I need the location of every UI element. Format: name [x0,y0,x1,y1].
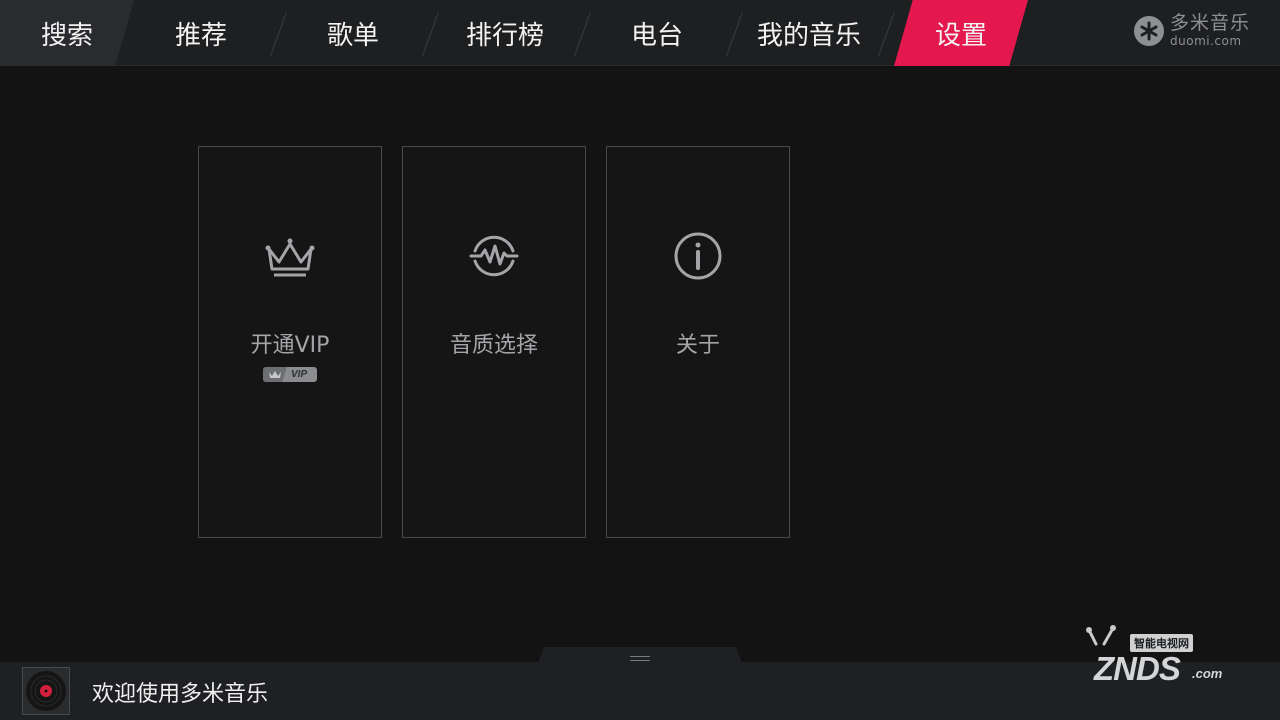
tab-search[interactable]: 搜索 [0,0,134,66]
tab-my-music[interactable]: 我的音乐 [742,0,876,66]
znds-watermark: 智能电视网 ZNDS .com [1068,620,1238,690]
tab-charts[interactable]: 排行榜 [438,0,572,66]
drag-handle-icon [630,656,650,661]
vip-card-label: 开通VIP [250,333,330,358]
tab-divider [573,12,592,56]
tab-divider [269,12,288,56]
tab-playlists[interactable]: 歌单 [286,0,420,66]
album-art[interactable] [22,667,70,715]
about-card[interactable]: 关于 [606,146,790,538]
asterisk-logo-icon [1134,15,1164,46]
brand-name: 多米音乐 [1170,12,1251,34]
tab-recommend[interactable]: 推荐 [134,0,268,66]
audio-quality-card[interactable]: 音质选择 [402,146,586,538]
brand-logo: 多米音乐 duomi.com [1134,14,1250,47]
vip-card[interactable]: 开通VIP VIP [198,146,382,538]
watermark-domain: .com [1192,666,1223,681]
vip-badge: VIP [263,367,317,382]
crown-small-icon [263,367,287,382]
tab-divider [421,12,440,56]
tab-divider [877,12,896,56]
brand-domain: duomi.com [1170,34,1242,48]
crown-icon [263,229,317,283]
tab-settings[interactable]: 设置 [894,0,1028,66]
tab-divider [725,12,744,56]
info-icon [671,229,725,283]
vinyl-record-icon [26,671,66,711]
now-playing-text: 欢迎使用多米音乐 [92,682,269,707]
watermark-logo: ZNDS [1094,650,1181,687]
tab-radio[interactable]: 电台 [590,0,724,66]
top-nav: 搜索 推荐 歌单 排行榜 电台 我的音乐 设置 多米音乐 duomi.com [0,0,1280,66]
vip-badge-text: VIP [291,369,308,380]
waveform-icon [467,229,521,283]
about-card-label: 关于 [675,333,720,358]
audio-quality-card-label: 音质选择 [449,333,538,358]
